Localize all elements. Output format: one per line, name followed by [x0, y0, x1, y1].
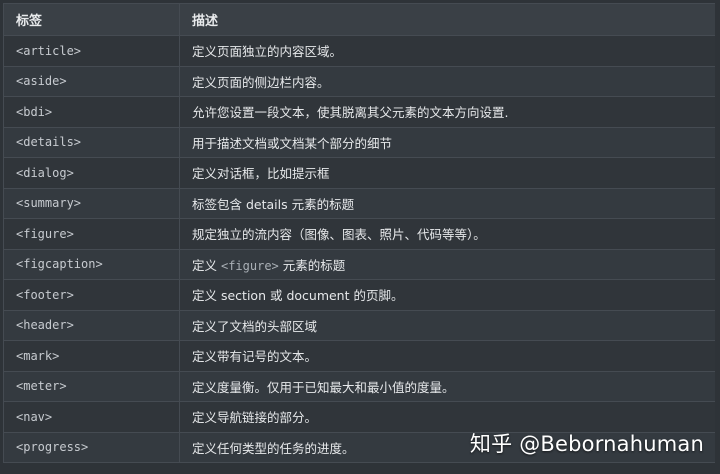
zhihu-watermark: 知乎 @Bebornahuman [469, 432, 704, 456]
description-cell: 定义带有记号的文本。 [179, 340, 715, 372]
tag-cell: <figure> [3, 218, 180, 250]
header-description: 描述 [179, 3, 715, 36]
description-prefix: 定义 [192, 257, 221, 273]
description-cell: 定义 <figure> 元素的标题 [179, 248, 715, 280]
table-row: <meter> 定义度量衡。仅用于已知最大和最小值的度量。 [3, 370, 715, 402]
tag-cell: <meter> [3, 370, 180, 402]
description-cell: 标签包含 details 元素的标题 [179, 187, 715, 219]
tag-cell: <aside> [3, 65, 180, 97]
table-row: <footer> 定义 section 或 document 的页脚。 [3, 279, 715, 311]
tag-cell: <figcaption> [3, 248, 180, 280]
description-cell: 定义了文档的头部区域 [179, 309, 715, 341]
tag-cell: <bdi> [3, 96, 180, 128]
tag-cell: <details> [3, 126, 180, 158]
tag-cell: <footer> [3, 279, 180, 311]
table-row: <header> 定义了文档的头部区域 [3, 309, 715, 341]
description-cell: 定义 section 或 document 的页脚。 [179, 279, 715, 311]
table-row: <aside> 定义页面的侧边栏内容。 [3, 65, 715, 97]
tag-cell: <dialog> [3, 157, 180, 189]
table-row: <figcaption> 定义 <figure> 元素的标题 [3, 248, 715, 280]
tag-cell: <summary> [3, 187, 180, 219]
table-row: <details> 用于描述文档或文档某个部分的细节 [3, 126, 715, 158]
description-cell: 规定独立的流内容（图像、图表、照片、代码等等）。 [179, 218, 715, 250]
description-suffix: 元素的标题 [278, 257, 346, 273]
inline-code: <figure> [220, 258, 279, 273]
table-row: <dialog> 定义对话框，比如提示框 [3, 157, 715, 189]
description-cell: 定义对话框，比如提示框 [179, 157, 715, 189]
table-row: <article> 定义页面独立的内容区域。 [3, 35, 715, 67]
tag-cell: <nav> [3, 401, 180, 433]
description-cell: 定义页面独立的内容区域。 [179, 35, 715, 67]
html5-tags-table-container: 标签 描述 <article> 定义页面独立的内容区域。 <aside> 定义页… [3, 3, 715, 474]
table-header-row: 标签 描述 [3, 3, 715, 36]
description-cell: 定义度量衡。仅用于已知最大和最小值的度量。 [179, 370, 715, 402]
tag-cell: <mark> [3, 340, 180, 372]
table-row: <figure> 规定独立的流内容（图像、图表、照片、代码等等）。 [3, 218, 715, 250]
tag-cell: <article> [3, 35, 180, 67]
tag-cell: <header> [3, 309, 180, 341]
description-cell: 定义页面的侧边栏内容。 [179, 65, 715, 97]
table-row: <mark> 定义带有记号的文本。 [3, 340, 715, 372]
tag-cell: <progress> [3, 431, 180, 463]
description-cell: 用于描述文档或文档某个部分的细节 [179, 126, 715, 158]
header-tag: 标签 [3, 3, 180, 36]
description-cell: 允许您设置一段文本，使其脱离其父元素的文本方向设置. [179, 96, 715, 128]
html5-tags-table: 标签 描述 <article> 定义页面独立的内容区域。 <aside> 定义页… [3, 3, 715, 463]
table-row: <summary> 标签包含 details 元素的标题 [3, 187, 715, 219]
table-row: <bdi> 允许您设置一段文本，使其脱离其父元素的文本方向设置. [3, 96, 715, 128]
